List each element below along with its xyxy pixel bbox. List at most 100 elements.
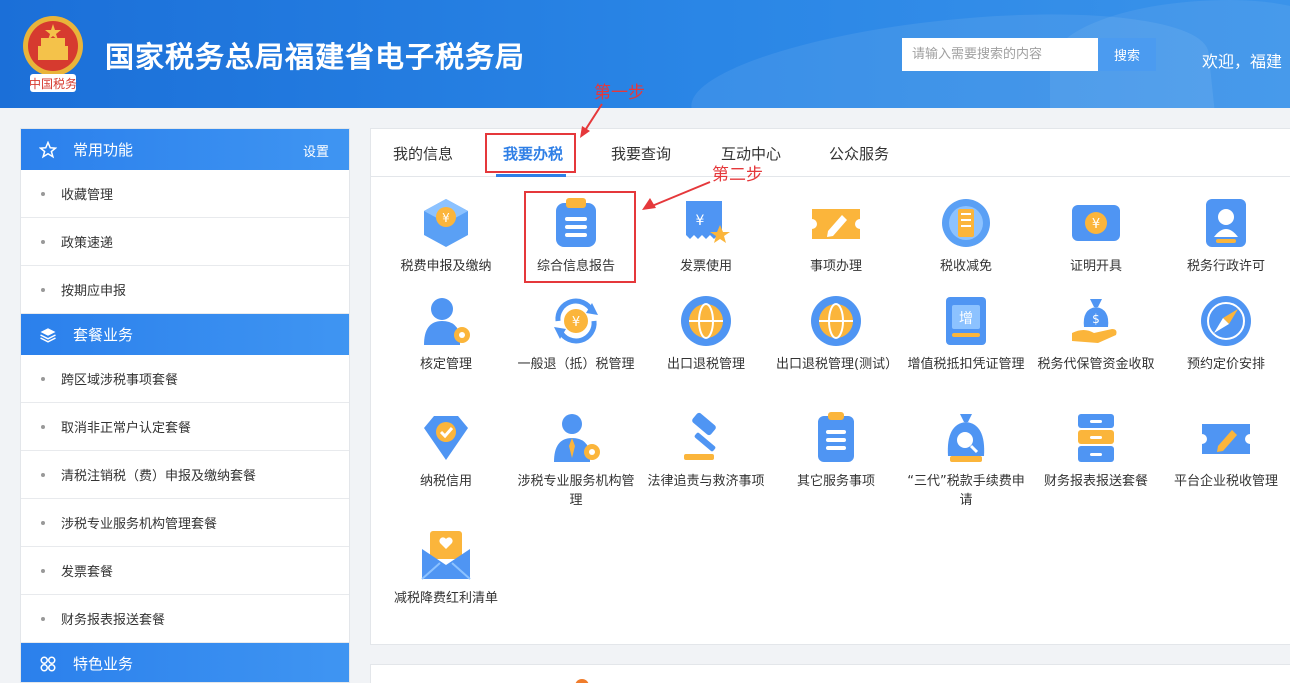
svg-text:¥: ¥ xyxy=(696,213,705,229)
service-label: 出口退税管理(测试） xyxy=(776,357,899,372)
service-label: 税费申报及缴纳 xyxy=(400,259,492,274)
service-admin-license[interactable]: 税务行政许可 xyxy=(1166,195,1286,276)
service-custody-fund[interactable]: $ 税务代保管资金收取 xyxy=(1036,293,1156,374)
sidebar-section-common[interactable]: 常用功能 设置 xyxy=(21,129,349,170)
step1-highlight-box xyxy=(485,133,576,173)
step2-arrow-icon xyxy=(642,181,711,210)
service-label: 税务行政许可 xyxy=(1186,259,1265,274)
service-label: 一般退（抵）税管理 xyxy=(517,357,635,372)
certificate-icon: ¥ xyxy=(1072,205,1120,241)
sidebar: 常用功能 设置 收藏管理 政策速递 按期应申报 套餐业务 跨区域涉税事项套餐 取… xyxy=(20,128,350,683)
service-tax-cut-list[interactable]: 减税降费红利清单 xyxy=(386,527,506,608)
service-certificate[interactable]: ¥ 证明开具 xyxy=(1036,195,1156,276)
step1-arrow-icon xyxy=(580,103,603,138)
search-button[interactable]: 搜索 xyxy=(1098,38,1156,71)
cabinet-icon xyxy=(1078,414,1114,462)
service-label: 纳税信用 xyxy=(419,474,472,489)
svg-text:中国税务: 中国税务 xyxy=(29,76,77,91)
welcome-text: 欢迎，福建 xyxy=(1202,52,1283,71)
refund-icon: ¥ xyxy=(554,298,598,344)
service-other[interactable]: 其它服务事项 xyxy=(776,410,896,491)
layers-icon xyxy=(39,326,57,344)
sidebar-item-policy[interactable]: 政策速递 xyxy=(21,218,349,266)
service-legal[interactable]: 法律追责与救济事项 xyxy=(646,410,766,491)
tax-emblem-icon[interactable]: 中国税务 xyxy=(20,12,86,98)
service-label: 税务代保管资金收取 xyxy=(1037,357,1155,372)
grid-icon xyxy=(39,655,57,673)
globe-icon xyxy=(681,296,731,346)
sidebar-section-packages[interactable]: 套餐业务 xyxy=(21,314,349,355)
service-assessment[interactable]: 核定管理 xyxy=(386,293,506,374)
search-input[interactable] xyxy=(902,38,1098,71)
service-label: 平台企业税收管理 xyxy=(1173,474,1278,489)
agent-gear-icon xyxy=(554,414,600,462)
service-label: 财务报表报送套餐 xyxy=(1043,474,1148,489)
settings-link[interactable]: 设置 xyxy=(303,141,329,160)
service-financial-report[interactable]: 财务报表报送套餐 xyxy=(1036,410,1156,491)
sidebar-section-title: 套餐业务 xyxy=(73,326,134,344)
envelope-heart-icon xyxy=(421,531,471,580)
edit-ticket-icon xyxy=(812,209,860,239)
service-export-refund-test[interactable]: 出口退税管理(测试） xyxy=(776,293,899,374)
sidebar-item-cross-region[interactable]: 跨区域涉税事项套餐 xyxy=(21,355,349,403)
gavel-icon xyxy=(684,412,716,460)
sidebar-item-invoice-package[interactable]: 发票套餐 xyxy=(21,547,349,595)
sidebar-item-financial-report[interactable]: 财务报表报送套餐 xyxy=(21,595,349,643)
service-label: 其它服务事项 xyxy=(796,474,875,489)
service-credit[interactable]: 纳税信用 xyxy=(386,410,506,491)
search-bag-icon xyxy=(947,414,985,462)
svg-text:¥: ¥ xyxy=(442,211,450,225)
tab-query[interactable]: 我要查询 xyxy=(611,143,671,164)
panel-dot-icon xyxy=(575,679,589,683)
service-withholding-fee[interactable]: “三代”税款手续费申请 xyxy=(906,410,1026,510)
service-agency-mgmt[interactable]: 涉税专业服务机构管理 xyxy=(516,410,636,510)
tab-bar: 我的信息 我要办税 我要查询 互动中心 公众服务 xyxy=(371,129,1290,177)
site-title: 国家税务总局福建省电子税务局 xyxy=(105,40,526,74)
service-label: 法律追责与救济事项 xyxy=(647,474,765,489)
service-tax-relief[interactable]: 税收减免 xyxy=(906,195,1026,276)
sidebar-section-featured[interactable]: 特色业务 xyxy=(21,643,349,682)
service-label: 涉税专业服务机构管理 xyxy=(517,474,635,508)
service-platform-tax[interactable]: 平台企业税收管理 xyxy=(1166,410,1286,491)
service-label: 增值税抵扣凭证管理 xyxy=(907,357,1025,372)
edit-ticket-icon xyxy=(1202,424,1250,454)
sidebar-section-title: 特色业务 xyxy=(73,655,134,673)
service-label: 证明开具 xyxy=(1069,259,1122,274)
service-tax-declare[interactable]: ¥ 税费申报及缴纳 xyxy=(386,195,506,276)
tax-relief-icon xyxy=(942,199,990,247)
service-matters[interactable]: 事项办理 xyxy=(776,195,896,276)
sidebar-item-cancel-abnormal[interactable]: 取消非正常户认定套餐 xyxy=(21,403,349,451)
globe-icon xyxy=(811,296,861,346)
service-pricing[interactable]: 预约定价安排 xyxy=(1166,293,1286,374)
service-label: 预约定价安排 xyxy=(1186,357,1265,372)
step2-annotation: 第二步 xyxy=(712,165,763,185)
admin-license-icon xyxy=(1206,199,1246,247)
tab-public-service[interactable]: 公众服务 xyxy=(829,143,889,164)
service-label: 税收减免 xyxy=(939,259,992,274)
sidebar-item-agency-mgmt[interactable]: 涉税专业服务机构管理套餐 xyxy=(21,499,349,547)
list-doc-icon xyxy=(818,412,854,462)
sidebar-section-title: 常用功能 xyxy=(73,141,134,159)
star-icon xyxy=(39,140,57,159)
service-refund[interactable]: ¥ 一般退（抵）税管理 xyxy=(516,293,636,374)
compass-icon xyxy=(1201,296,1251,346)
money-bag-icon: $ xyxy=(1072,299,1117,343)
sidebar-item-deregistration[interactable]: 清税注销税（费）申报及缴纳套餐 xyxy=(21,451,349,499)
diamond-check-icon xyxy=(424,416,468,460)
service-label: 出口退税管理 xyxy=(666,357,745,372)
svg-text:¥: ¥ xyxy=(572,315,580,330)
svg-text:增: 增 xyxy=(959,311,973,327)
active-tab-indicator xyxy=(496,174,566,177)
service-vat-voucher[interactable]: 增 增值税抵扣凭证管理 xyxy=(906,293,1026,374)
sidebar-item-periodic-declare[interactable]: 按期应申报 xyxy=(21,266,349,314)
svg-text:¥: ¥ xyxy=(1092,217,1100,232)
service-export-refund[interactable]: 出口退税管理 xyxy=(646,293,766,374)
service-label: “三代”税款手续费申请 xyxy=(907,474,1025,508)
tax-declare-icon: ¥ xyxy=(424,199,468,247)
sidebar-item-favorites[interactable]: 收藏管理 xyxy=(21,170,349,218)
service-label: 事项办理 xyxy=(809,259,862,274)
main-panel: 我的信息 我要办税 我要查询 互动中心 公众服务 ¥ 税费申报及缴纳 综合信息报… xyxy=(370,128,1290,645)
service-label: 核定管理 xyxy=(419,357,472,372)
tab-my-info[interactable]: 我的信息 xyxy=(393,143,453,164)
vat-ticket-icon: 增 xyxy=(946,297,986,345)
